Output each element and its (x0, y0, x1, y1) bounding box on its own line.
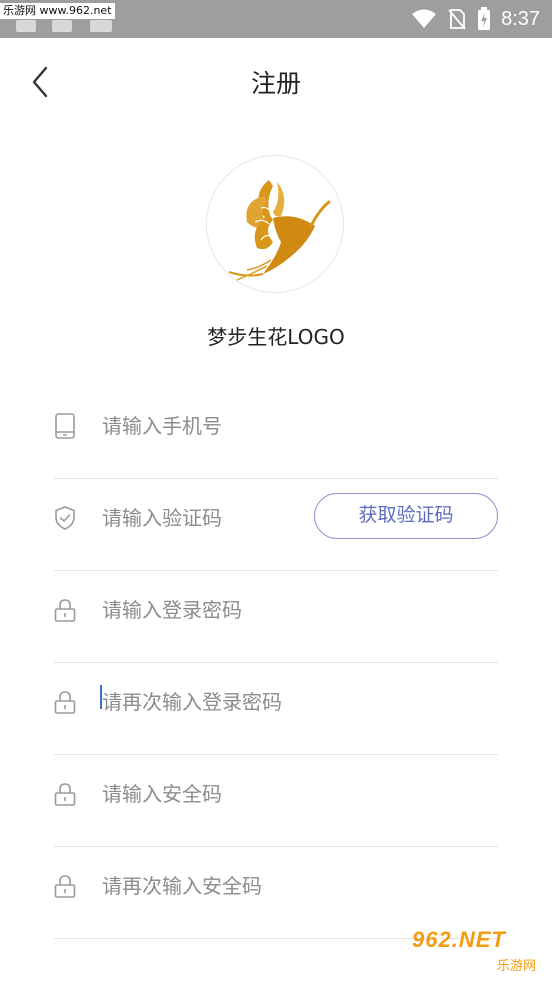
shield-check-icon (55, 506, 75, 530)
wifi-icon (412, 9, 437, 28)
get-code-button[interactable]: 获取验证码 (314, 493, 498, 539)
lock-icon (54, 783, 76, 806)
password-confirm-input[interactable] (102, 685, 352, 719)
lock-icon (54, 875, 76, 898)
logo-caption: 梦步生花LOGO (207, 325, 345, 349)
code-row: 获取验证码 (54, 479, 498, 571)
status-time: 8:37 (501, 7, 540, 30)
lock-icon (54, 691, 76, 714)
status-watermark: 乐游网 www.962.net (0, 3, 115, 19)
battery-charging-icon (478, 7, 491, 30)
fairy-logo-image (228, 180, 331, 281)
page-title: 注册 (250, 69, 301, 98)
watermark-brand: 962.NET (412, 927, 506, 952)
safe-code-row (54, 755, 498, 847)
no-sim-icon (448, 9, 466, 30)
header: 注册 (0, 38, 552, 126)
status-icons: 8:37 (411, 0, 540, 38)
safe-code-confirm-input[interactable] (102, 869, 352, 903)
phone-input[interactable] (102, 409, 352, 443)
safe-code-confirm-row (54, 847, 498, 939)
notification-icon (90, 20, 112, 32)
status-bar: 乐游网 www.962.net 8:37 (0, 0, 552, 38)
notification-icon (52, 20, 72, 32)
password-confirm-row (54, 663, 498, 755)
site-watermark: 962.NET 乐游网 (412, 927, 544, 975)
watermark-sub: 乐游网 (496, 959, 536, 974)
password-row (54, 571, 498, 663)
password-input[interactable] (102, 593, 352, 627)
logo-avatar[interactable] (206, 155, 344, 293)
phone-row (54, 387, 498, 479)
lock-icon (54, 599, 76, 622)
notification-icon (16, 20, 36, 32)
phone-icon (55, 413, 75, 439)
safe-code-input[interactable] (102, 777, 352, 811)
